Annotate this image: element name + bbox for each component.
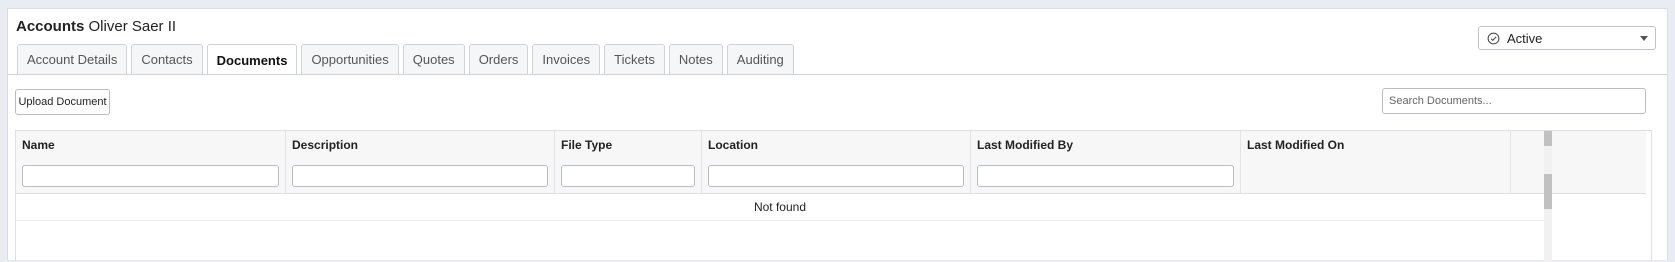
column-header-name[interactable]: Name bbox=[16, 131, 286, 158]
filter-cell-location bbox=[702, 158, 971, 193]
filter-file-type-input[interactable] bbox=[561, 164, 695, 187]
upload-document-button[interactable]: Upload Document bbox=[15, 89, 110, 115]
column-header-location[interactable]: Location bbox=[702, 131, 971, 158]
tab-orders[interactable]: Orders bbox=[468, 44, 529, 74]
documents-table: Name Description File Type Location Last… bbox=[15, 130, 1652, 262]
column-header-file-type[interactable]: File Type bbox=[555, 131, 702, 158]
status-value: Active bbox=[1507, 30, 1543, 46]
filter-cell-name bbox=[16, 158, 286, 193]
record-name: Oliver Saer II bbox=[88, 18, 177, 35]
tab-contacts[interactable]: Contacts bbox=[131, 44, 203, 74]
column-header-last-modified-by[interactable]: Last Modified By bbox=[971, 131, 1241, 158]
check-circle-icon bbox=[1487, 32, 1500, 44]
filter-name-input[interactable] bbox=[22, 164, 279, 187]
filter-cell-description bbox=[286, 158, 555, 193]
filter-location-input[interactable] bbox=[708, 164, 964, 187]
scrollbar-thumb-lower[interactable] bbox=[1544, 174, 1552, 209]
tab-quotes[interactable]: Quotes bbox=[402, 44, 465, 74]
tab-opportunities[interactable]: Opportunities bbox=[301, 44, 399, 74]
table-header: Name Description File Type Location Last… bbox=[16, 131, 1646, 159]
column-header-description[interactable]: Description bbox=[286, 131, 555, 158]
tab-notes[interactable]: Notes bbox=[668, 44, 723, 74]
column-header-spacer bbox=[1511, 131, 1546, 158]
tab-bar: Account Details Contacts Documents Oppor… bbox=[17, 44, 798, 75]
filter-last-modified-by-input[interactable] bbox=[977, 164, 1234, 187]
column-header-last-modified-on[interactable]: Last Modified On bbox=[1241, 131, 1511, 158]
filter-description-input[interactable] bbox=[292, 164, 548, 187]
filter-cell-spacer bbox=[1511, 158, 1546, 193]
filter-row bbox=[16, 158, 1646, 194]
table-scrollbar[interactable] bbox=[1544, 131, 1552, 262]
search-documents-input[interactable] bbox=[1382, 88, 1646, 114]
caret-down-icon bbox=[1640, 36, 1648, 41]
tab-auditing[interactable]: Auditing bbox=[726, 44, 794, 74]
empty-message: Not found bbox=[16, 194, 1544, 221]
filter-cell-file-type bbox=[555, 158, 702, 193]
filter-cell-last-modified-by bbox=[971, 158, 1241, 193]
tab-account-details[interactable]: Account Details bbox=[17, 44, 128, 74]
tab-documents[interactable]: Documents bbox=[206, 44, 298, 75]
scrollbar-thumb[interactable] bbox=[1544, 131, 1552, 146]
filter-cell-last-modified-on bbox=[1241, 158, 1511, 193]
section-title: Accounts bbox=[16, 18, 85, 35]
page-title: Accounts Oliver Saer II bbox=[16, 18, 176, 35]
tab-divider bbox=[8, 74, 1667, 75]
tab-invoices[interactable]: Invoices bbox=[532, 44, 601, 74]
status-dropdown[interactable]: Active bbox=[1478, 26, 1656, 50]
tab-tickets[interactable]: Tickets bbox=[604, 44, 665, 74]
account-panel: Accounts Oliver Saer II Active Account D… bbox=[7, 8, 1668, 262]
